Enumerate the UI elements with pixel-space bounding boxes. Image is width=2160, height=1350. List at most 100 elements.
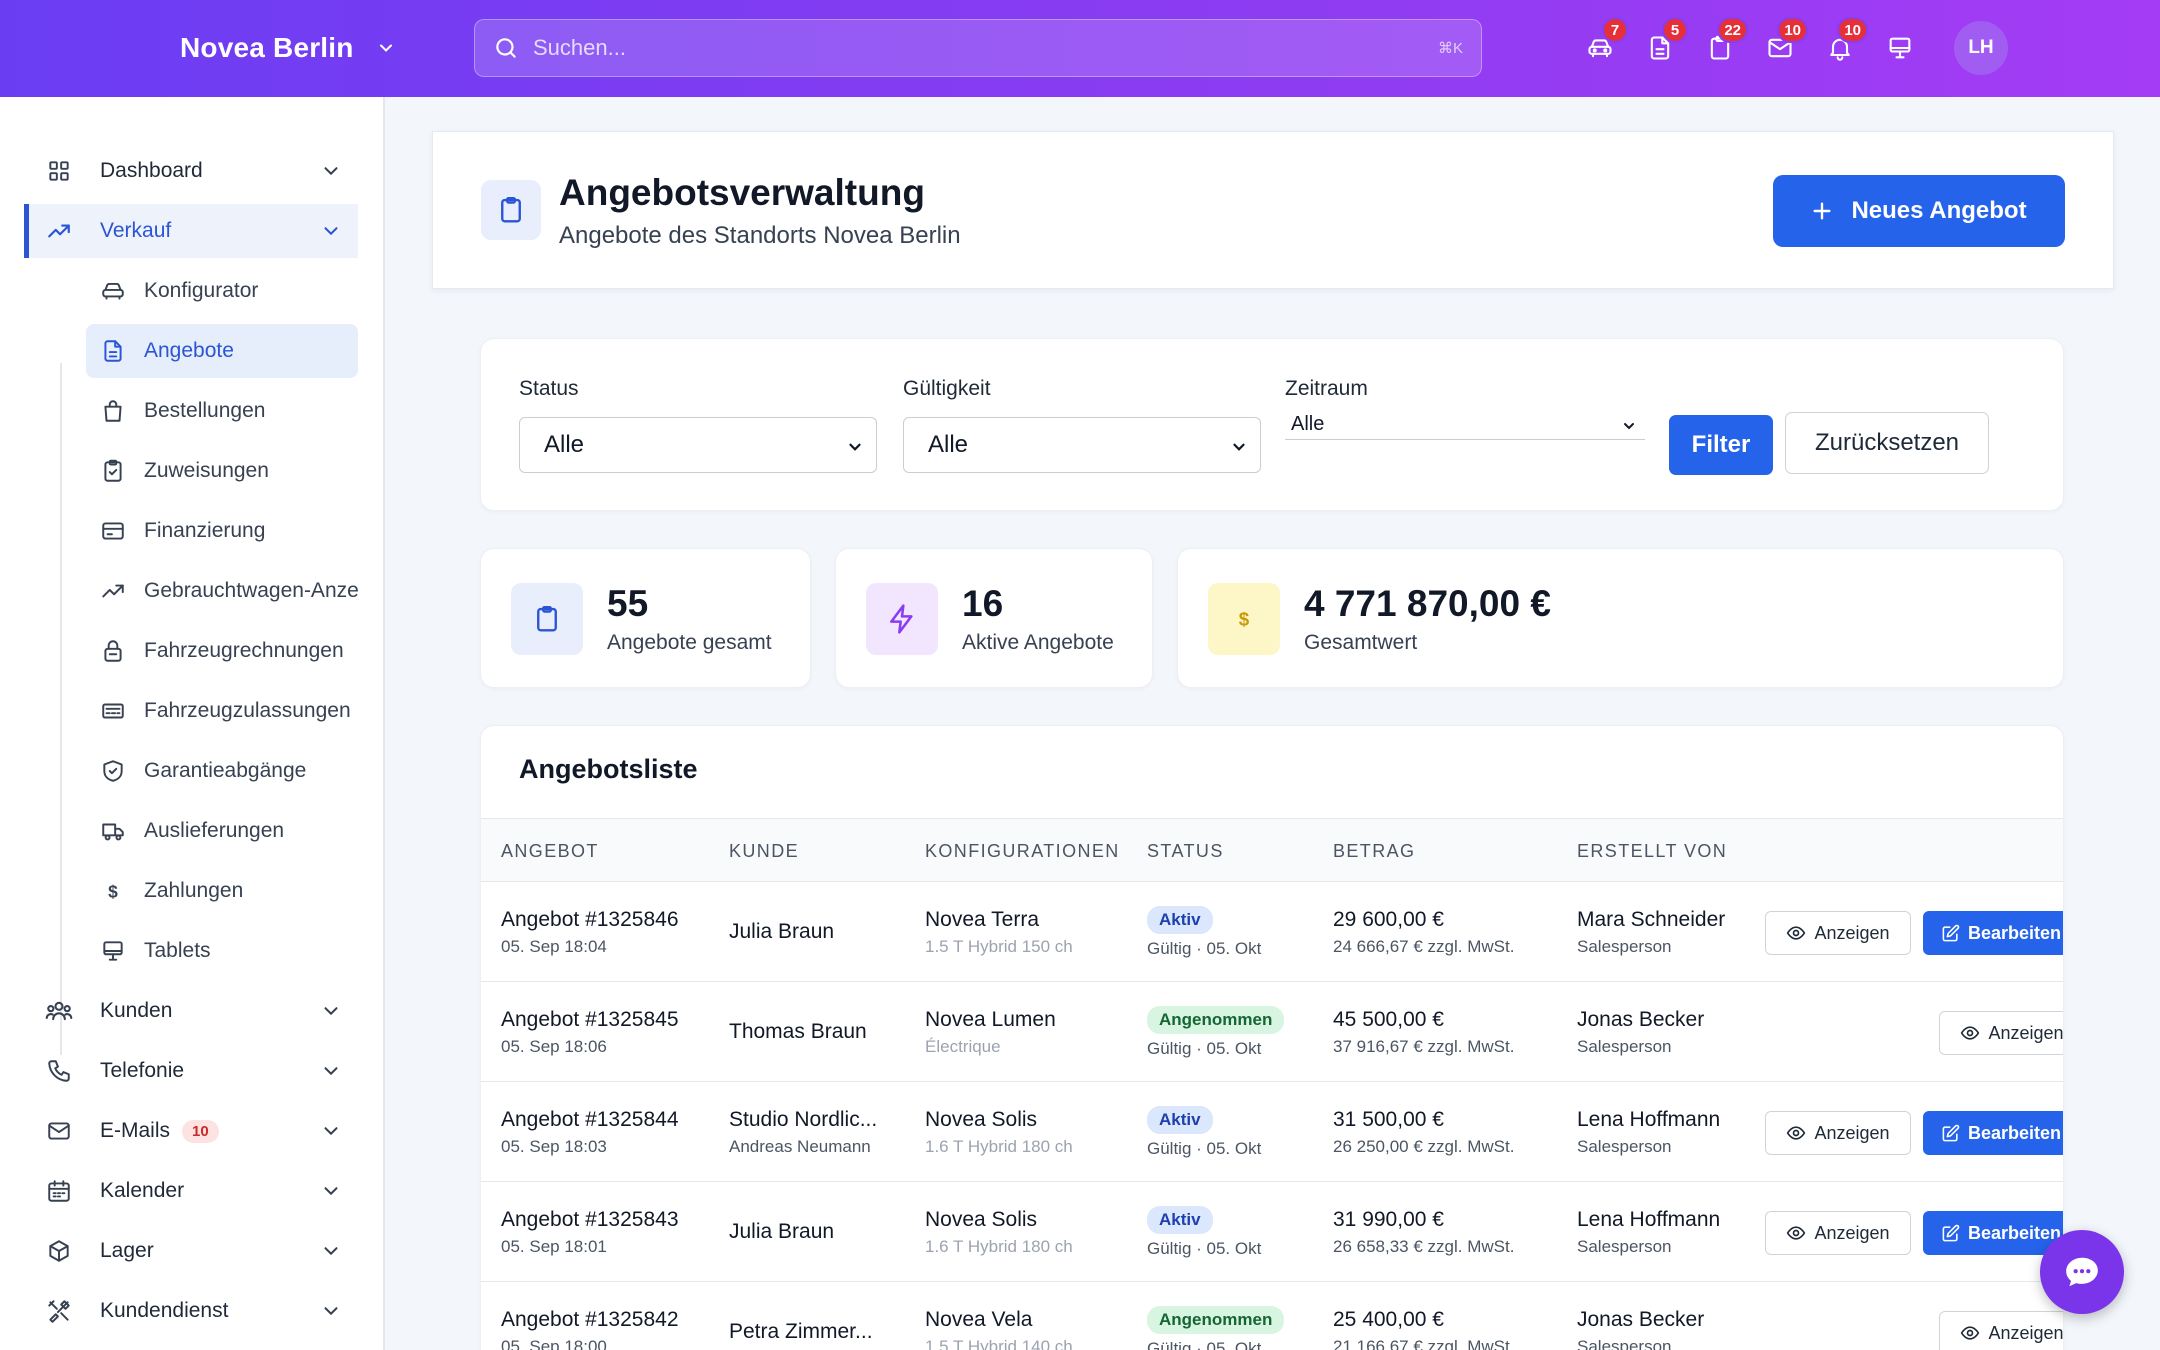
- chat-button[interactable]: [2040, 1230, 2124, 1314]
- chevron-down-icon: [320, 1060, 342, 1082]
- sidebar-item-angebote[interactable]: Angebote: [86, 324, 358, 378]
- new-offer-button[interactable]: Neues Angebot: [1773, 175, 2065, 247]
- sidebar-item-label: Kalender: [100, 1179, 185, 1202]
- search-bar[interactable]: ⌘K: [474, 19, 1482, 77]
- edit-button[interactable]: Bearbeiten: [1923, 1111, 2063, 1155]
- offer-number[interactable]: Angebot #1325846: [501, 908, 679, 932]
- offer-number[interactable]: Angebot #1325842: [501, 1308, 679, 1332]
- sidebar-item-gebrauchtwagen[interactable]: Gebrauchtwagen-Anzeigen: [86, 564, 358, 618]
- notifications-button[interactable]: 10: [1810, 17, 1870, 76]
- validity-text: Gültig · 05. Okt: [1147, 1339, 1262, 1350]
- sidebar-item-label: Verkauf: [100, 219, 172, 242]
- sidebar-item-label: Garantieabgänge: [144, 759, 307, 782]
- sidebar-item-fahrzeugrechnungen[interactable]: Fahrzeugrechnungen: [86, 624, 358, 678]
- amount-net: 26 658,33 € zzgl. MwSt.: [1333, 1237, 1515, 1256]
- status-select[interactable]: Alle: [519, 417, 877, 473]
- sidebar-item-label: Kunden: [100, 999, 173, 1022]
- shopping-bag-icon: [98, 398, 128, 424]
- sidebar-item-fahrzeugzulassungen[interactable]: Fahrzeugzulassungen: [86, 684, 358, 738]
- amount-net: 26 250,00 € zzgl. MwSt.: [1333, 1137, 1515, 1156]
- vehicles-button[interactable]: 7: [1570, 17, 1630, 76]
- offer-number[interactable]: Angebot #1325845: [501, 1008, 679, 1032]
- column-header[interactable]: BETRAG: [1333, 841, 1415, 862]
- credit-card-icon: [98, 518, 128, 544]
- edit-icon: [1941, 924, 1960, 943]
- search-input[interactable]: [533, 35, 1438, 61]
- sidebar-item-bestellungen[interactable]: Bestellungen: [86, 384, 358, 438]
- column-header[interactable]: KUNDE: [729, 841, 799, 862]
- stat-card-value: $ 4 771 870,00 € Gesamtwert: [1177, 548, 2064, 688]
- notification-badge: 5: [1662, 17, 1688, 43]
- location-switcher[interactable]: Novea Berlin: [180, 26, 396, 70]
- sidebar-item-zuweisungen[interactable]: Zuweisungen: [86, 444, 358, 498]
- sidebar-item-tablets[interactable]: Tablets: [86, 924, 358, 978]
- notification-badge: 10: [1777, 17, 1808, 43]
- edit-button[interactable]: Bearbeiten: [1923, 911, 2063, 955]
- column-header[interactable]: ANGEBOT: [501, 841, 599, 862]
- table-row[interactable]: Angebot #1325842 05. Sep 18:00 Petra Zimm…: [481, 1282, 2064, 1350]
- tasks-button[interactable]: 22: [1690, 17, 1750, 76]
- unread-count-badge: 10: [182, 1119, 219, 1143]
- view-label: Anzeigen: [1988, 1022, 2064, 1043]
- sidebar-item-finanzierung[interactable]: Finanzierung: [86, 504, 358, 558]
- model-name: Novea Vela: [925, 1308, 1033, 1331]
- view-button[interactable]: Anzeigen: [1765, 1111, 1911, 1155]
- sidebar-item-kunden[interactable]: Kunden: [24, 984, 358, 1038]
- stat-value: 4 771 870,00 €: [1304, 583, 1551, 624]
- display-button[interactable]: [1870, 20, 1930, 76]
- chevron-down-icon: [320, 220, 342, 242]
- sidebar-item-label: Dashboard: [100, 159, 203, 182]
- filter-button[interactable]: Filter: [1669, 415, 1773, 475]
- sidebar-item-zahlungen[interactable]: $ Zahlungen: [86, 864, 358, 918]
- tools-icon: [44, 1298, 74, 1324]
- sidebar-item-auslieferungen[interactable]: Auslieferungen: [86, 804, 358, 858]
- sidebar-item-lager[interactable]: Lager: [24, 1224, 358, 1278]
- validity-select[interactable]: Alle: [903, 417, 1261, 473]
- creator-role: Salesperson: [1577, 1037, 1672, 1056]
- column-header[interactable]: KONFIGURATIONEN: [925, 841, 1120, 862]
- period-select[interactable]: Alle: [1285, 410, 1645, 440]
- edit-icon: [1941, 1124, 1960, 1143]
- id-card-icon: [98, 698, 128, 724]
- sidebar-item-verkauf[interactable]: Verkauf: [24, 204, 358, 258]
- view-label: Anzeigen: [1988, 1322, 2064, 1343]
- model-name: Novea Solis: [925, 1208, 1038, 1231]
- edit-button[interactable]: Bearbeiten: [1923, 1211, 2063, 1255]
- sidebar-item-konfigurator[interactable]: Konfigurator: [86, 264, 358, 318]
- search-icon: [493, 35, 519, 61]
- customer-name: Julia Braun: [729, 920, 835, 943]
- sidebar-item-dashboard[interactable]: Dashboard: [24, 144, 358, 198]
- engine-name: 1.5 T Hybrid 150 ch: [925, 937, 1073, 956]
- user-avatar[interactable]: LH: [1954, 21, 2008, 75]
- list-title: Angebotsliste: [519, 754, 698, 784]
- column-header[interactable]: STATUS: [1147, 841, 1224, 862]
- creator-role: Salesperson: [1577, 1337, 1672, 1350]
- sidebar-item-garantie[interactable]: Garantieabgänge: [86, 744, 358, 798]
- view-button[interactable]: Anzeigen: [1765, 1211, 1911, 1255]
- submenu-rail: [60, 363, 62, 1055]
- table-row[interactable]: Angebot #1325845 05. Sep 18:06 Thomas Bra…: [481, 982, 2064, 1082]
- documents-button[interactable]: 5: [1630, 17, 1690, 76]
- view-button[interactable]: Anzeigen: [1939, 1311, 2064, 1350]
- table-row[interactable]: Angebot #1325843 05. Sep 18:01 Julia Brau…: [481, 1182, 2063, 1282]
- table-row[interactable]: Angebot #1325846 05. Sep 18:04 Julia Brau…: [481, 882, 2063, 982]
- edit-label: Bearbeiten: [1968, 922, 2062, 943]
- view-label: Anzeigen: [1814, 1122, 1890, 1143]
- reset-button[interactable]: Zurücksetzen: [1785, 412, 1989, 474]
- table-row[interactable]: Angebot #1325844 05. Sep 18:03 Studio Nor…: [481, 1082, 2063, 1182]
- customer-contact: Andreas Neumann: [729, 1137, 871, 1156]
- sidebar-item-telefonie[interactable]: Telefonie: [24, 1044, 358, 1098]
- column-header[interactable]: ERSTELLT VON: [1577, 841, 1727, 862]
- view-button[interactable]: Anzeigen: [1765, 911, 1911, 955]
- amount-net: 24 666,67 € zzgl. MwSt.: [1333, 937, 1515, 956]
- clipboard-icon: [511, 583, 583, 655]
- offer-number[interactable]: Angebot #1325844: [501, 1108, 679, 1132]
- sidebar-item-kundendienst[interactable]: Kundendienst: [24, 1284, 358, 1338]
- mail-button[interactable]: 10: [1750, 17, 1810, 76]
- sidebar-item-kalender[interactable]: Kalender: [24, 1164, 358, 1218]
- view-button[interactable]: Anzeigen: [1939, 1011, 2064, 1055]
- clipboard-check-icon: [98, 458, 128, 484]
- sidebar-item-emails[interactable]: E-Mails 10: [24, 1104, 358, 1158]
- eye-icon: [1786, 1223, 1806, 1243]
- offer-number[interactable]: Angebot #1325843: [501, 1208, 679, 1232]
